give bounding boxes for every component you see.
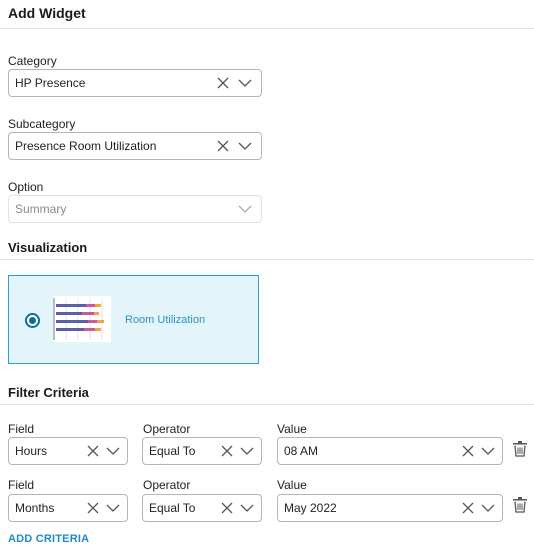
filter-field-label: Field bbox=[8, 422, 35, 436]
filter-operator-value: Equal To bbox=[149, 501, 196, 515]
visualization-heading: Visualization bbox=[8, 240, 88, 255]
chevron-down-icon[interactable] bbox=[235, 73, 255, 93]
category-value: HP Presence bbox=[15, 76, 86, 90]
close-icon[interactable] bbox=[458, 498, 478, 518]
chevron-down-icon[interactable] bbox=[103, 498, 123, 518]
filter-operator-select[interactable]: Equal To bbox=[142, 494, 262, 522]
close-icon[interactable] bbox=[217, 441, 237, 461]
visualization-divider bbox=[0, 259, 534, 260]
filter-field-select[interactable]: Months bbox=[8, 494, 128, 522]
filter-field-value: Months bbox=[15, 501, 55, 515]
stacked-bar-chart-icon bbox=[53, 296, 111, 342]
filter-value-select[interactable]: 08 AM bbox=[277, 437, 503, 465]
close-icon[interactable] bbox=[213, 136, 233, 156]
filter-field-value: Hours bbox=[15, 444, 48, 458]
chevron-down-icon[interactable] bbox=[235, 136, 255, 156]
filter-criteria-divider bbox=[0, 404, 534, 405]
close-icon[interactable] bbox=[217, 498, 237, 518]
category-label: Category bbox=[8, 54, 57, 68]
filter-field-label: Field bbox=[8, 478, 35, 492]
filter-operator-label: Operator bbox=[143, 478, 191, 492]
subcategory-select[interactable]: Presence Room Utilization bbox=[8, 132, 262, 160]
close-icon[interactable] bbox=[213, 73, 233, 93]
option-label: Option bbox=[8, 180, 44, 194]
trash-icon[interactable] bbox=[513, 497, 527, 513]
filter-value-select[interactable]: May 2022 bbox=[277, 494, 503, 522]
header-divider bbox=[0, 28, 534, 29]
chevron-down-icon[interactable] bbox=[478, 498, 498, 518]
filter-value-value: May 2022 bbox=[284, 501, 337, 515]
filter-value-value: 08 AM bbox=[284, 444, 319, 458]
radio-selected-icon[interactable] bbox=[25, 313, 40, 328]
chevron-down-icon[interactable] bbox=[478, 441, 498, 461]
chevron-down-icon[interactable] bbox=[103, 441, 123, 461]
radio-dot bbox=[29, 317, 36, 324]
close-icon[interactable] bbox=[458, 441, 478, 461]
subcategory-label: Subcategory bbox=[8, 117, 76, 131]
chevron-down-icon[interactable] bbox=[237, 441, 257, 461]
close-icon[interactable] bbox=[83, 441, 103, 461]
option-value: Summary bbox=[15, 202, 67, 216]
close-icon[interactable] bbox=[83, 498, 103, 518]
filter-criteria-heading: Filter Criteria bbox=[8, 385, 89, 400]
chevron-down-icon[interactable] bbox=[237, 498, 257, 518]
category-select[interactable]: HP Presence bbox=[8, 69, 262, 97]
chevron-down-icon[interactable] bbox=[235, 199, 255, 219]
filter-value-label: Value bbox=[277, 422, 307, 436]
filter-operator-select[interactable]: Equal To bbox=[142, 437, 262, 465]
add-criteria-link[interactable]: ADD CRITERIA bbox=[8, 533, 89, 545]
page-title: Add Widget bbox=[8, 5, 86, 21]
filter-value-label: Value bbox=[277, 478, 307, 492]
subcategory-value: Presence Room Utilization bbox=[15, 139, 157, 153]
filter-operator-value: Equal To bbox=[149, 444, 196, 458]
visualization-option-room-utilization[interactable]: Room Utilization bbox=[8, 275, 259, 364]
visualization-option-label: Room Utilization bbox=[125, 314, 206, 326]
filter-field-select[interactable]: Hours bbox=[8, 437, 128, 465]
trash-icon[interactable] bbox=[513, 441, 527, 457]
option-select[interactable]: Summary bbox=[8, 195, 262, 223]
filter-operator-label: Operator bbox=[143, 422, 191, 436]
